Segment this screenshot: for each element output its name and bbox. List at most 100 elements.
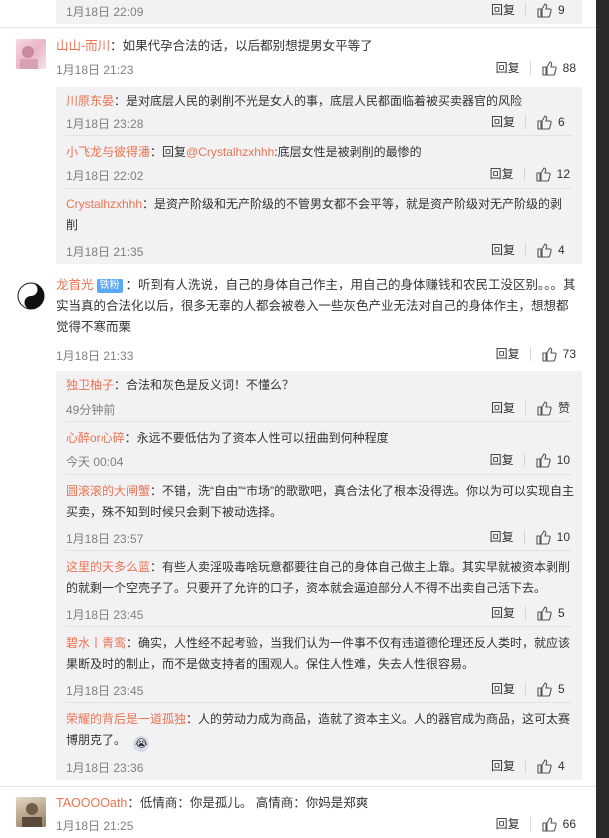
like-count: 5 [558,605,565,620]
divider [523,529,525,544]
reply-time: 1月18日 21:35 [66,245,144,259]
reply-actions: 回复 6 [491,113,570,130]
thumb-up-icon[interactable] [536,114,552,130]
reply-actions: 回复 10 [490,451,570,468]
scrollbar[interactable] [596,0,609,838]
reply-button[interactable]: 回复 [490,165,514,182]
reply-username[interactable]: 圆滚滚的大闸蟹 [66,484,150,498]
reply-actions: 回复 4 [491,241,570,258]
divider [66,135,572,136]
reply-text: 碧水丨青鸾：确实，人性经不起考验，当我们认为一件事不仅有违道德伦理还反人类时，就… [66,633,574,675]
reply-body: ：合法和灰色是反义词！不懂么？ [114,378,295,392]
reply-box: 1月18日 22:09 回复 9 [56,0,582,24]
reply-actions: 回复 9 [491,1,570,18]
comment-username[interactable]: TAOOOOath [56,796,127,810]
comment-time: 1月18日 21:23 [56,63,134,77]
reply-item: 独卫柚子：合法和灰色是反义词！不懂么？ 49分钟前 回复 赞 [56,375,582,419]
reply-username[interactable]: 川原东晏 [66,94,114,108]
comment-body: ：如果代孕合法的话，以后都别想提男女平等了 [110,39,373,53]
like-count: 4 [558,242,565,257]
reply-time: 1月18日 22:09 [66,5,144,19]
like-count: 6 [558,114,565,129]
divider [529,60,531,75]
reply-username[interactable]: 荣耀的背后是一道孤独 [66,712,186,726]
reply-actions: 回复 12 [490,165,570,182]
reply-button[interactable]: 回复 [490,528,514,545]
thumb-up-icon[interactable] [535,452,551,468]
reply-time: 1月18日 23:36 [66,761,144,775]
comment: TAOOOOath：低情商：你是孤儿。 高情商：你妈是郑爽 1月18日 21:2… [0,793,596,838]
comment: 山山-而川：如果代孕合法的话，以后都别想提男女平等了 1月18日 21:23 回… [0,36,596,86]
thumb-up-icon[interactable] [536,2,552,18]
reply-text: 心醉or心碎：永远不要低估为了资本人性可以扭曲到何种程度 [66,428,574,449]
divider [66,421,572,422]
reply-button[interactable]: 回复 [491,757,515,774]
reply-username[interactable]: 这里的天多么蓝 [66,560,150,574]
divider [66,474,572,475]
divider [525,758,526,773]
reply-actions: 回复 10 [490,528,570,545]
reply-box: 独卫柚子：合法和灰色是反义词！不懂么？ 49分钟前 回复 赞 心醉or心碎：永远… [56,371,582,780]
reply-item: 川原东晏：是对底层人民的剥削不光是女人的事，底层人民都面临着被买卖器官的风险 1… [56,89,582,133]
like-count: 10 [556,452,570,467]
reply-button[interactable]: 回复 [496,345,520,362]
avatar[interactable] [16,281,46,311]
reply-username[interactable]: 碧水丨青鸾 [66,636,126,650]
reply-button[interactable]: 回复 [491,241,515,258]
reply-button[interactable]: 回复 [490,451,514,468]
like-count: 9 [558,2,565,17]
reply-body: :底层女性是被剥削的最惨的 [274,145,422,159]
reply-username[interactable]: 小飞龙与彼得潘 [66,145,150,159]
reply-button[interactable]: 回复 [496,815,520,832]
reply-username[interactable]: 心醉or心碎 [66,431,125,445]
thumb-up-icon[interactable] [536,242,552,258]
reply-button[interactable]: 回复 [491,1,515,18]
divider [525,242,526,257]
thumb-up-icon[interactable] [536,400,552,416]
reply-button[interactable]: 回复 [496,59,520,76]
like-count: 4 [558,758,565,773]
thumb-up-icon[interactable] [541,60,557,76]
comment-actions: 回复 73 [496,345,576,362]
comment-body: ：低情商：你是孤儿。 高情商：你妈是郑爽 [127,796,369,810]
yin-yang-icon [17,282,45,310]
reply-actions: 回复 5 [491,680,570,697]
thumb-up-icon[interactable] [536,605,552,621]
thumb-up-icon[interactable] [535,529,551,545]
thumb-up-icon[interactable] [536,681,552,697]
reply-button[interactable]: 回复 [491,113,515,130]
thumb-up-icon[interactable] [541,816,557,832]
divider [0,786,596,787]
reply-text: Crystalhzxhhh：是资产阶级和无产阶级的不管男女都不会平等，就是资产阶… [66,194,574,236]
reply-username[interactable]: Crystalhzxhhh [66,197,142,211]
reply-button[interactable]: 回复 [491,399,515,416]
reply-username[interactable]: 独卫柚子 [66,378,114,392]
avatar[interactable] [16,39,46,69]
reply-body: ：确实，人性经不起考验，当我们认为一件事不仅有违道德伦理还反人类时，就应该果断及… [66,636,571,671]
divider [66,626,572,627]
comment-actions: 回复 66 [496,815,576,832]
thumb-up-icon[interactable] [541,346,557,362]
thumb-up-icon[interactable] [535,166,551,182]
reply-time: 1月18日 23:57 [66,532,144,546]
divider [525,114,526,129]
reply-item: 碧水丨青鸾：确实，人性经不起考验，当我们认为一件事不仅有违道德伦理还反人类时，就… [56,633,582,701]
thumb-up-icon[interactable] [536,758,552,774]
comment-text: 山山-而川：如果代孕合法的话，以后都别想提男女平等了 [56,36,580,57]
reply-item: 这里的天多么蓝：有些人卖淫吸毒啥玩意都要往自己的身体自己做主上靠。其实早就被资本… [56,557,582,625]
reply-button[interactable]: 回复 [491,680,515,697]
comment-body: ：听到有人洗说，自己的身体自己作主，用自己的身体赚钱和农民工没区别。。。其实当真… [56,278,576,334]
crying-emoji-icon: 😭 [133,736,150,752]
like-count: 73 [562,346,576,361]
comment-username[interactable]: 山山-而川 [56,39,110,53]
reply-text: 圆滚滚的大闸蟹：不错，洗“自由”“市场”的歌歌吧，真合法化了根本没得选。你以为可… [66,481,574,523]
avatar-image [22,803,42,827]
reply-button[interactable]: 回复 [491,604,515,621]
mention-link[interactable]: @Crystalhzxhhh [186,145,274,159]
reply-time: 1月18日 23:45 [66,608,144,622]
divider [66,188,572,189]
like-count: 12 [556,166,570,181]
comment-username[interactable]: 龙首光 [56,278,94,292]
comment-actions: 回复 88 [496,59,576,76]
avatar[interactable] [16,797,46,827]
